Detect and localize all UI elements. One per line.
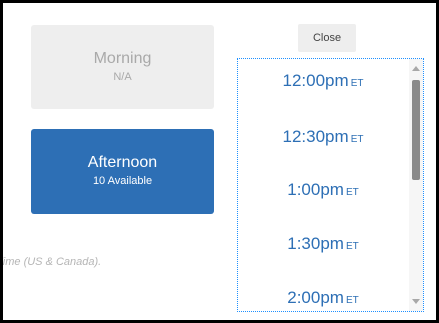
time-options-list[interactable]: 12:00pm ET 12:30pm ET 1:00pm ET 1:30pm ET 2:…: [237, 58, 424, 312]
period-panel: Morning N/A Afternoon 10 Available n Tim…: [3, 3, 228, 320]
afternoon-label: Afternoon: [87, 154, 158, 171]
scroll-down-arrow-icon[interactable]: [412, 299, 420, 304]
morning-label: Morning: [93, 50, 152, 67]
time-zone: ET: [350, 78, 364, 89]
time-option[interactable]: 2:00pm ET: [238, 288, 408, 311]
time-zone: ET: [345, 187, 359, 198]
scroll-up-arrow-icon[interactable]: [412, 66, 420, 71]
morning-slot-card: Morning N/A: [31, 25, 214, 109]
afternoon-slot-card[interactable]: Afternoon 10 Available: [31, 129, 214, 214]
time-value: 12:30pm: [282, 127, 349, 146]
time-value: 1:30pm: [287, 234, 344, 253]
time-zone: ET: [345, 241, 359, 252]
scroll-thumb[interactable]: [412, 80, 420, 180]
time-option[interactable]: 12:30pm ET: [238, 127, 408, 167]
morning-availability: N/A: [113, 71, 132, 83]
afternoon-availability: 10 Available: [92, 175, 153, 187]
time-option[interactable]: 1:00pm ET: [238, 180, 408, 220]
time-zone: ET: [345, 295, 359, 306]
time-option[interactable]: 12:00pm ET: [238, 71, 408, 111]
time-option[interactable]: 1:30pm ET: [238, 234, 408, 274]
time-value: 1:00pm: [287, 180, 344, 199]
scrollbar[interactable]: [409, 59, 423, 311]
timezone-note: n Time (US & Canada).: [3, 256, 102, 268]
time-panel: Close 12:00pm ET 12:30pm ET 1:00pm ET 1:30p…: [227, 3, 436, 320]
close-button[interactable]: Close: [298, 24, 356, 52]
time-zone: ET: [350, 134, 364, 145]
time-value: 12:00pm: [282, 71, 349, 90]
time-value: 2:00pm: [287, 288, 344, 307]
booking-widget: Morning N/A Afternoon 10 Available n Tim…: [3, 3, 436, 320]
